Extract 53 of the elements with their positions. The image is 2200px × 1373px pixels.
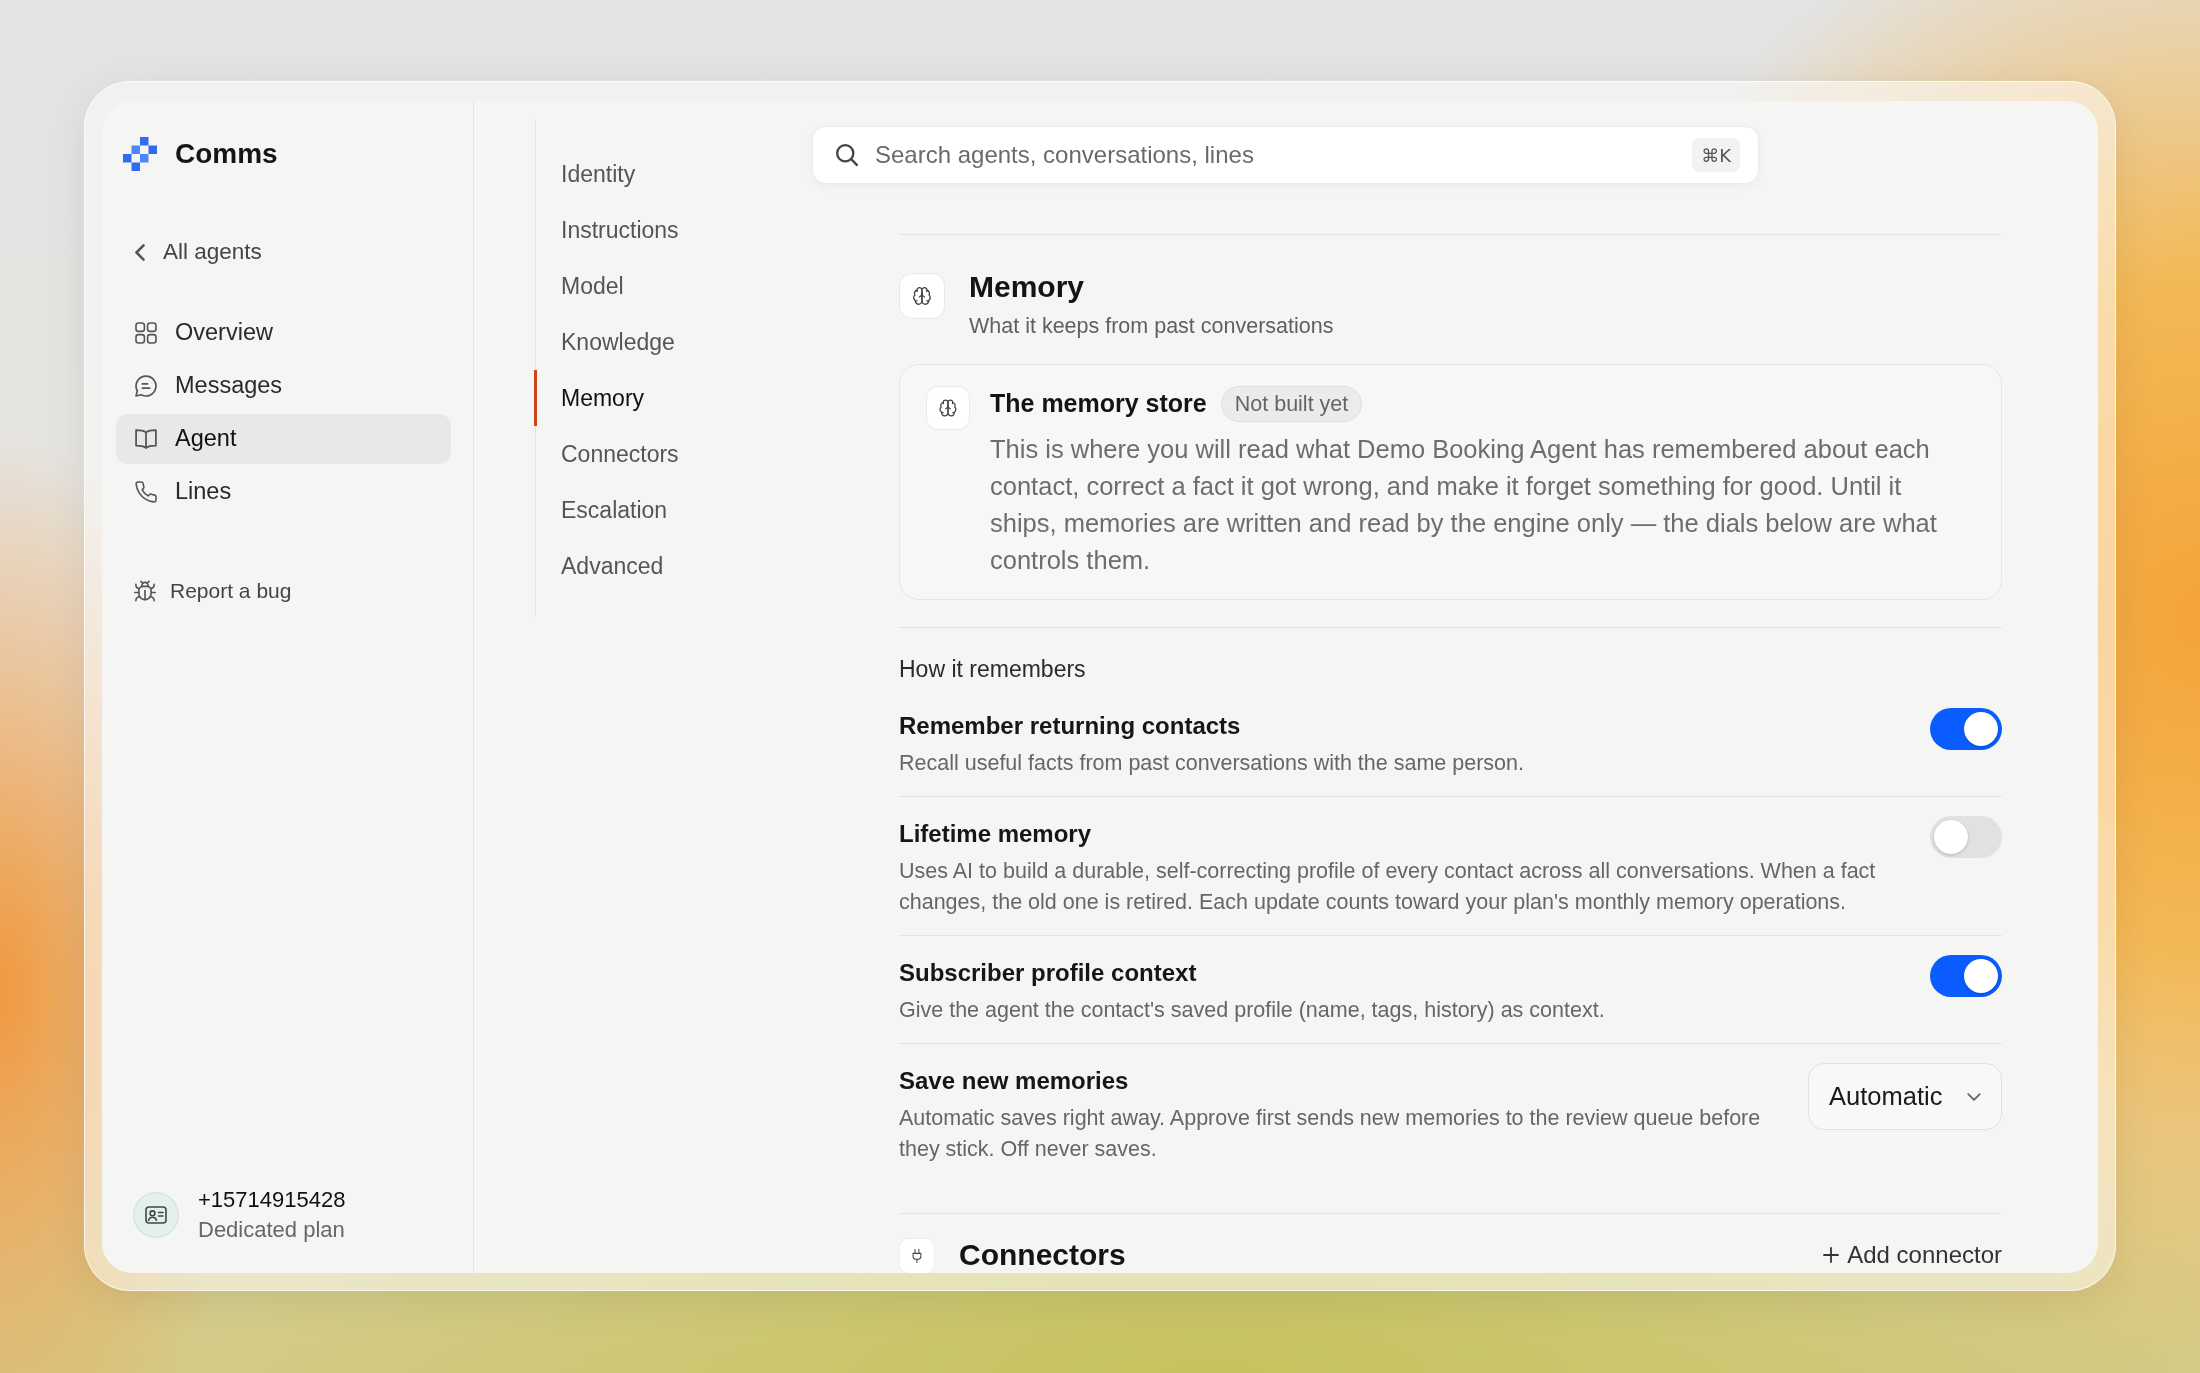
setting-title: Lifetime memory — [899, 819, 1093, 849]
setting-description: Give the agent the contact's saved profile (name, tags, history) as context. — [899, 997, 1606, 1024]
grid-icon — [135, 322, 157, 344]
section-nav-item[interactable]: Connectors — [534, 426, 790, 482]
setting-title: Save new memories — [899, 1066, 1130, 1096]
back-link[interactable]: All agents — [116, 237, 262, 267]
report-bug-link[interactable]: Report a bug — [116, 576, 292, 606]
section-title: Memory — [969, 269, 1086, 305]
app-name: Comms — [175, 137, 278, 171]
setting-title: Subscriber profile context — [899, 958, 1198, 988]
search-input[interactable]: Search agents, conversations, lines — [875, 135, 1693, 175]
sidebar-nav-item[interactable]: Overview — [116, 308, 451, 358]
section-nav-item[interactable]: Memory — [534, 370, 790, 426]
toggle-switch[interactable] — [1930, 816, 2002, 858]
setting-title: Remember returning contacts — [899, 711, 1242, 741]
section-nav-item[interactable]: Advanced — [534, 538, 790, 594]
phone-number: +15714915428 — [198, 1186, 346, 1214]
chat-bubble-icon — [135, 375, 157, 397]
sidebar-nav-item[interactable]: Agent — [116, 414, 451, 464]
setting-description: Recall useful facts from past conversations with the same person. — [899, 750, 1525, 777]
add-connector-button[interactable]: Add connector — [1823, 1240, 2002, 1270]
chevron-down-icon — [1967, 1092, 1981, 1101]
section-nav-item[interactable]: Escalation — [534, 482, 790, 538]
section-nav-item[interactable]: Identity — [534, 146, 790, 202]
status-badge: Not built yet — [1220, 386, 1363, 422]
section-subtitle: What it keeps from past conversations — [969, 313, 1334, 340]
brain-icon — [899, 273, 945, 319]
chevron-left-icon — [135, 243, 145, 261]
mode-dropdown[interactable]: Automatic — [1808, 1063, 2002, 1130]
card-title: The memory store — [990, 388, 1207, 420]
phone-icon — [135, 481, 157, 503]
setting-description: Uses AI to build a durable, self-correcting profile of every contact across all conversations. When a fact changes, the old one is retired. Each update counts toward your plan's monthly memory operations. — [899, 858, 1877, 916]
sidebar-nav-item[interactable]: Lines — [116, 467, 451, 517]
bug-icon — [134, 580, 156, 602]
plan-label: Dedicated plan — [198, 1216, 346, 1244]
search-field[interactable]: Search agents, conversations, lines ⌘K — [812, 126, 1759, 184]
section-nav-item[interactable]: Instructions — [534, 202, 790, 258]
sidebar-nav-item[interactable]: Messages — [116, 361, 451, 411]
shortcut-hint: ⌘K — [1692, 138, 1740, 172]
search-icon — [836, 144, 858, 166]
setting-description: Automatic saves right away. Approve first sends new memories to the review queue before they stick. Off never saves. — [899, 1105, 1762, 1163]
book-icon — [135, 429, 157, 449]
toggle-switch[interactable] — [1930, 955, 2002, 997]
group-label: How it remembers — [899, 655, 1087, 683]
logo-icon — [123, 137, 157, 171]
plus-icon — [1823, 1247, 1840, 1263]
toggle-switch[interactable] — [1930, 708, 2002, 750]
id-card-icon — [133, 1192, 179, 1238]
brain-icon — [926, 386, 970, 430]
section-nav-item[interactable]: Model — [534, 258, 790, 314]
section-title: Connectors — [959, 1238, 1126, 1272]
section-nav-item[interactable]: Knowledge — [534, 314, 790, 370]
card-description: This is where you will read what Demo Booking Agent has remembered about each contact, correct a fact it got wrong, and make it forget something for good. Until it ships, memories are written and read by the engine only — the dials below are what controls them. — [990, 434, 1938, 576]
